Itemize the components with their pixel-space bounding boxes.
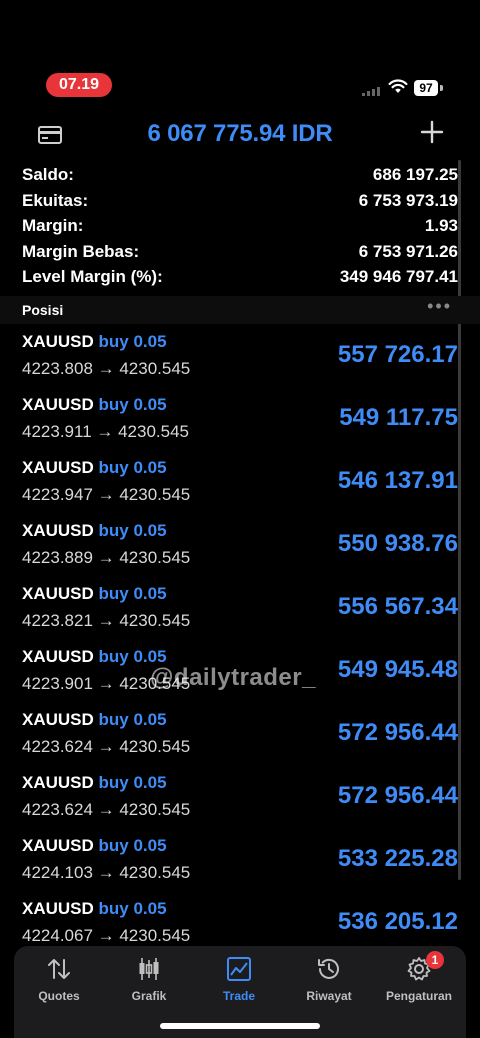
position-prices: 4223.947 → 4230.545 xyxy=(22,485,191,504)
trade-header: 6 067 775.94 IDR xyxy=(0,112,480,158)
position-prices: 4223.624 → 4230.545 xyxy=(22,737,191,756)
notification-badge: 1 xyxy=(426,951,444,969)
cellular-signal-icon xyxy=(362,87,380,96)
position-profit: 550 938.76 xyxy=(337,530,458,557)
status-time: 07.19 xyxy=(46,73,112,97)
position-profit: 533 225.28 xyxy=(337,845,458,872)
position-symbol: XAUUSD xyxy=(22,899,94,918)
summary-row-ekuitas: Ekuitas: 6 753 973.19 xyxy=(0,191,480,217)
summary-label: Ekuitas: xyxy=(22,190,89,210)
position-row[interactable]: XAUUSD buy 0.05 4223.808 → 4230.545 557 … xyxy=(0,330,480,393)
position-profit: 546 137.91 xyxy=(337,467,458,494)
position-symbol: XAUUSD xyxy=(22,584,94,603)
tab-trade[interactable]: Trade xyxy=(194,956,284,1003)
positions-label: Posisi xyxy=(22,302,64,318)
position-side: buy 0.05 xyxy=(98,332,167,351)
watermark-text: @dailytrader_ xyxy=(150,664,316,691)
position-side: buy 0.05 xyxy=(98,584,167,603)
tab-label: Quotes xyxy=(38,989,80,1003)
position-prices: 4223.808 → 4230.545 xyxy=(22,359,191,378)
position-symbol: XAUUSD xyxy=(22,332,94,351)
battery-tip xyxy=(440,85,443,91)
summary-label: Saldo: xyxy=(22,165,74,184)
position-profit: 549 945.48 xyxy=(337,656,458,683)
tab-quotes[interactable]: Quotes xyxy=(14,956,104,1003)
summary-label: Margin: xyxy=(22,216,84,235)
position-side: buy 0.05 xyxy=(98,458,167,477)
position-row[interactable]: XAUUSD buy 0.05 4223.889 → 4230.545 550 … xyxy=(0,519,480,582)
position-prices: 4224.103 → 4230.545 xyxy=(22,863,191,882)
more-options-icon[interactable]: ••• xyxy=(427,296,452,317)
status-bar: 07.19 97 xyxy=(0,0,480,110)
position-row[interactable]: XAUUSD buy 0.05 4223.624 → 4230.545 572 … xyxy=(0,708,480,771)
balance-title: 6 067 775.94 IDR xyxy=(147,120,333,147)
summary-row-margin-bebas: Margin Bebas: 6 753 971.26 xyxy=(0,242,480,268)
summary-value: 1.93 xyxy=(424,216,458,235)
tab-pengaturan[interactable]: 1 Pengaturan xyxy=(374,951,464,1003)
position-symbol: XAUUSD xyxy=(22,773,94,792)
position-side: buy 0.05 xyxy=(98,395,167,414)
position-profit: 556 567.34 xyxy=(337,593,458,620)
position-symbol: XAUUSD xyxy=(22,395,94,414)
tab-grafik[interactable]: Grafik xyxy=(104,956,194,1003)
summary-row-margin: Margin: 1.93 xyxy=(0,216,480,242)
position-profit: 557 726.17 xyxy=(337,341,458,368)
position-profit: 572 956.44 xyxy=(337,719,458,746)
position-prices: 4223.889 → 4230.545 xyxy=(22,548,191,567)
summary-label: Margin Bebas: xyxy=(22,241,140,261)
position-profit: 536 205.12 xyxy=(337,908,458,935)
chart-candles-icon xyxy=(139,958,159,980)
position-profit: 572 956.44 xyxy=(337,782,458,809)
position-side: buy 0.05 xyxy=(98,773,167,792)
position-row[interactable]: XAUUSD buy 0.05 4223.911 → 4230.545 549 … xyxy=(0,393,480,456)
position-symbol: XAUUSD xyxy=(22,710,94,729)
tab-label: Riwayat xyxy=(306,989,352,1003)
quotes-icon xyxy=(48,959,70,979)
trade-icon xyxy=(227,957,251,981)
account-summary: Saldo: 686 197.25 Ekuitas: 6 753 973.19 … xyxy=(0,165,480,293)
position-prices: 4223.821 → 4230.545 xyxy=(22,611,191,630)
position-symbol: XAUUSD xyxy=(22,458,94,477)
summary-value: 686 197.25 xyxy=(372,165,458,184)
battery-level: 97 xyxy=(414,80,438,96)
home-indicator[interactable] xyxy=(160,1023,320,1029)
add-order-icon[interactable] xyxy=(420,120,444,144)
position-side: buy 0.05 xyxy=(98,710,167,729)
summary-label: Level Margin (%): xyxy=(22,267,163,286)
position-side: buy 0.05 xyxy=(98,521,167,540)
position-prices: 4224.067 → 4230.545 xyxy=(22,926,191,945)
positions-section-header: Posisi ••• xyxy=(0,296,480,324)
wifi-icon xyxy=(388,79,408,93)
tab-riwayat[interactable]: Riwayat xyxy=(284,956,374,1003)
summary-row-level-margin: Level Margin (%): 349 946 797.41 xyxy=(0,267,480,293)
position-symbol: XAUUSD xyxy=(22,521,94,540)
summary-value: 6 753 973.19 xyxy=(358,190,458,210)
position-row[interactable]: XAUUSD buy 0.05 4223.821 → 4230.545 556 … xyxy=(0,582,480,645)
position-row[interactable]: XAUUSD buy 0.05 4223.624 → 4230.545 572 … xyxy=(0,771,480,834)
position-row[interactable]: XAUUSD buy 0.05 4224.103 → 4230.545 533 … xyxy=(0,834,480,897)
summary-value: 6 753 971.26 xyxy=(358,241,458,261)
summary-row-saldo: Saldo: 686 197.25 xyxy=(0,165,480,191)
position-symbol: XAUUSD xyxy=(22,836,94,855)
position-prices: 4223.911 → 4230.545 xyxy=(22,422,189,441)
tab-label: Pengaturan xyxy=(385,989,452,1003)
history-icon xyxy=(318,958,339,979)
summary-value: 349 946 797.41 xyxy=(339,267,458,286)
tab-label: Trade xyxy=(222,989,255,1003)
position-row[interactable]: XAUUSD buy 0.05 4223.947 → 4230.545 546 … xyxy=(0,456,480,519)
position-side: buy 0.05 xyxy=(98,836,167,855)
position-side: buy 0.05 xyxy=(98,899,167,918)
position-profit: 549 117.75 xyxy=(339,404,458,431)
position-symbol: XAUUSD xyxy=(22,647,94,666)
positions-list: XAUUSD buy 0.05 4223.808 → 4230.545 557 … xyxy=(0,330,480,960)
position-prices: 4223.624 → 4230.545 xyxy=(22,800,191,819)
tab-label: Grafik xyxy=(131,989,167,1003)
